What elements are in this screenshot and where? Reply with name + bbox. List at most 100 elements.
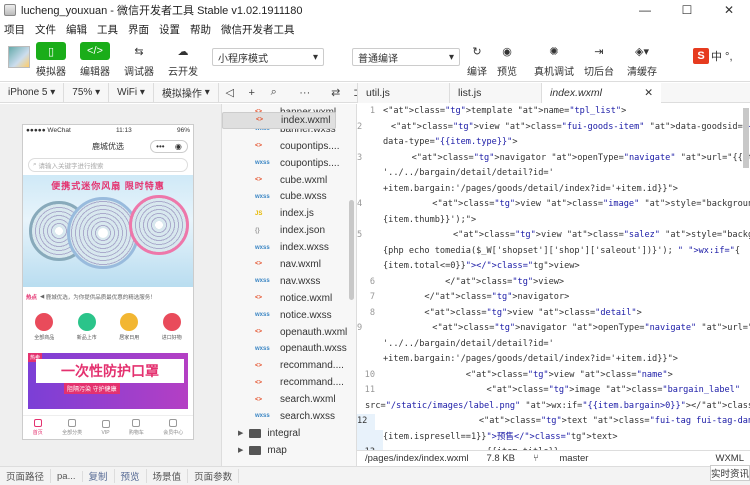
maximize-button[interactable]: ☐ (666, 0, 708, 20)
code-line[interactable]: '../../bargain/detail/detail?id=' (357, 166, 750, 182)
code-line[interactable]: src="/static/images/label.png" "at">wx:i… (357, 398, 750, 414)
compile-button[interactable]: ↻ 编译 (462, 42, 492, 79)
tab-cart[interactable]: 购物车 (129, 419, 144, 436)
code-line[interactable]: +item.bargain:'/pages/goods/detail/index… (357, 181, 750, 197)
real-debug-button[interactable]: ✺ 真机调试 (534, 42, 574, 79)
tab-vip[interactable]: VIP (101, 419, 110, 436)
add-icon[interactable]: + (241, 87, 263, 99)
tab-index-wxml[interactable]: index.wxml ✕ (541, 83, 661, 103)
code-line[interactable]: 7 </"at">class="tg">navigator> (357, 290, 750, 306)
phone-search-input[interactable]: ⌕ 请输入关键字进行搜索 (28, 158, 188, 172)
git-branch[interactable]: ⑂ master (533, 453, 606, 464)
preview-button[interactable]: ◉ 预览 (492, 42, 522, 79)
simulator-button[interactable]: ▯ 模拟器 (36, 42, 66, 78)
file-item[interactable]: <> cube.wxml (222, 172, 356, 189)
code-line[interactable]: 8 <"at">class="tg">view "at">class="deta… (357, 305, 750, 321)
code-line[interactable]: {php echo tomedia($_W['shopset']['shop']… (357, 243, 750, 259)
close-icon[interactable]: ✕ (644, 87, 653, 99)
file-item[interactable]: wxss openauth.wxss (222, 340, 356, 357)
mode-select[interactable]: 小程序模式 ▾ (212, 48, 324, 66)
network-select[interactable]: WiFi ▾ (109, 82, 154, 103)
code-line[interactable]: '../../bargain/detail/detail?id=' (357, 336, 750, 352)
code-line[interactable]: +item.bargain:'/pages/goods/detail/index… (357, 352, 750, 368)
menu-view[interactable]: 界面 (128, 22, 149, 37)
tab-util-js[interactable]: util.js (357, 83, 449, 103)
debugger-button[interactable]: ⇆ 调试器 (124, 42, 154, 79)
code-line[interactable]: 6 </"at">class="tg">view> (357, 274, 750, 290)
editor-scrollbar[interactable] (743, 108, 749, 168)
file-item[interactable]: <> search.wxml (222, 391, 356, 408)
code-line[interactable]: data-type="{{item.type}}"> (357, 135, 750, 151)
menu-help[interactable]: 帮助 (190, 22, 211, 37)
capsule-button[interactable]: ••• ◉ (150, 140, 188, 153)
file-item[interactable]: wxss nav.wxss (222, 273, 356, 290)
more-icon[interactable]: ••• (156, 142, 164, 151)
compile-select[interactable]: 普通编译 ▾ (352, 48, 460, 66)
code-line[interactable]: 11 <"at">class="tg">image "at">class="ba… (357, 383, 750, 399)
target-icon[interactable]: ◉ (175, 142, 182, 151)
editor-button[interactable]: </> 编辑器 (80, 42, 110, 78)
clear-cache-button[interactable]: ◈▾ 清缓存 (627, 42, 657, 79)
preview-link[interactable]: 预览 (115, 469, 147, 483)
file-item[interactable]: <> notice.wxml (222, 290, 356, 307)
file-item[interactable]: wxss index.wxss (222, 239, 356, 256)
notice-bar[interactable]: 热点 ◀ 鹿城优选，为你提供品质最优惠的精选服务！ (23, 291, 193, 303)
menu-file[interactable]: 文件 (35, 22, 56, 37)
tab-category[interactable]: 全部分类 (62, 419, 82, 436)
file-item[interactable]: wxss coupontips.... (222, 155, 356, 172)
code-line[interactable]: 4 <"at">class="tg">view "at">class="imag… (357, 197, 750, 213)
code-line[interactable]: 10 <"at">class="tg">view "at">class="nam… (357, 367, 750, 383)
ops-select[interactable]: 模拟操作 ▾ (154, 82, 219, 103)
menu-settings[interactable]: 设置 (159, 22, 180, 37)
search-icon[interactable]: ⌕ (263, 86, 285, 99)
file-item[interactable]: wxss cube.wxss (222, 188, 356, 205)
zoom-select[interactable]: 75% ▾ (64, 82, 110, 103)
menu-project[interactable]: 项目 (4, 22, 25, 37)
file-item[interactable]: <> index.wxml (222, 112, 337, 129)
file-item[interactable]: <> recommand.... (222, 357, 356, 374)
file-item[interactable]: wxss notice.wxss (222, 307, 356, 324)
code-line[interactable]: {item.ispresell==1}}">预售</">class="tg">t… (357, 429, 750, 445)
avatar[interactable] (8, 46, 30, 68)
folder-map[interactable]: ▶ map (222, 442, 356, 459)
file-item[interactable]: {} index.json (222, 222, 356, 239)
file-item[interactable]: <> openauth.wxml (222, 324, 356, 341)
file-item[interactable]: <> nav.wxml (222, 256, 356, 273)
file-item[interactable]: <> recommand.... (222, 374, 356, 391)
category-new[interactable]: 新品上市 (77, 313, 97, 341)
phone-banner[interactable]: 便携式迷你风扇 限时特惠 (23, 175, 193, 287)
file-item[interactable]: <> coupontips.... (222, 138, 356, 155)
device-select[interactable]: iPhone 5 ▾ (0, 82, 65, 103)
page-params-label[interactable]: 页面参数 (188, 469, 240, 483)
tab-member[interactable]: 会员中心 (163, 419, 183, 436)
news-toast[interactable]: 实时资讯 (710, 465, 750, 481)
scene-label[interactable]: 场景值 (147, 469, 189, 483)
code-line[interactable]: 1 <"at">class="tg">template "at">name="tp… (357, 104, 750, 120)
mute-icon[interactable]: ◁ (219, 86, 241, 99)
mask-ad-banner[interactable]: 热卖 一次性防护口罩 阻隔污染 守护健康 (28, 353, 188, 409)
folder-integral[interactable]: ▶ integral (222, 425, 356, 442)
code-line[interactable]: {item.thumb}}');"> (357, 212, 750, 228)
more-icon[interactable]: ··· (285, 87, 325, 99)
category-import[interactable]: 进口好物 (162, 313, 182, 341)
code-line[interactable]: {item.total<=0}}"></">class="tg">view> (357, 259, 750, 275)
menu-devtools[interactable]: 微信开发者工具 (221, 22, 295, 37)
minimize-button[interactable]: — (624, 0, 666, 20)
menu-edit[interactable]: 编辑 (66, 22, 87, 37)
code-line[interactable]: 2 <"at">class="tg">view "at">class="fui-… (357, 119, 750, 135)
close-button[interactable]: ✕ (708, 0, 750, 20)
tab-home[interactable]: 首页 (33, 419, 43, 436)
split-icon[interactable]: ⇄ (325, 86, 347, 99)
file-item[interactable]: wxss search.wxss (222, 408, 356, 425)
cloud-button[interactable]: ☁ 云开发 (168, 42, 198, 79)
background-button[interactable]: ⇥ 切后台 (584, 42, 614, 79)
menu-tools[interactable]: 工具 (97, 22, 118, 37)
category-all[interactable]: 全部商品 (34, 313, 54, 341)
file-tree-scrollbar[interactable] (349, 200, 354, 300)
tab-list-js[interactable]: list.js (449, 83, 541, 103)
code-line[interactable]: 9 <"at">class="tg">navigator "at">openTy… (357, 321, 750, 337)
file-item[interactable]: JS index.js (222, 205, 356, 222)
code-line[interactable]: 3 <"at">class="tg">navigator "at">openTy… (357, 150, 750, 166)
code-line[interactable]: 12 <"at">class="tg">text "at">class="fui… (357, 414, 750, 430)
code-line[interactable]: 5 <"at">class="tg">view "at">class="sale… (357, 228, 750, 244)
